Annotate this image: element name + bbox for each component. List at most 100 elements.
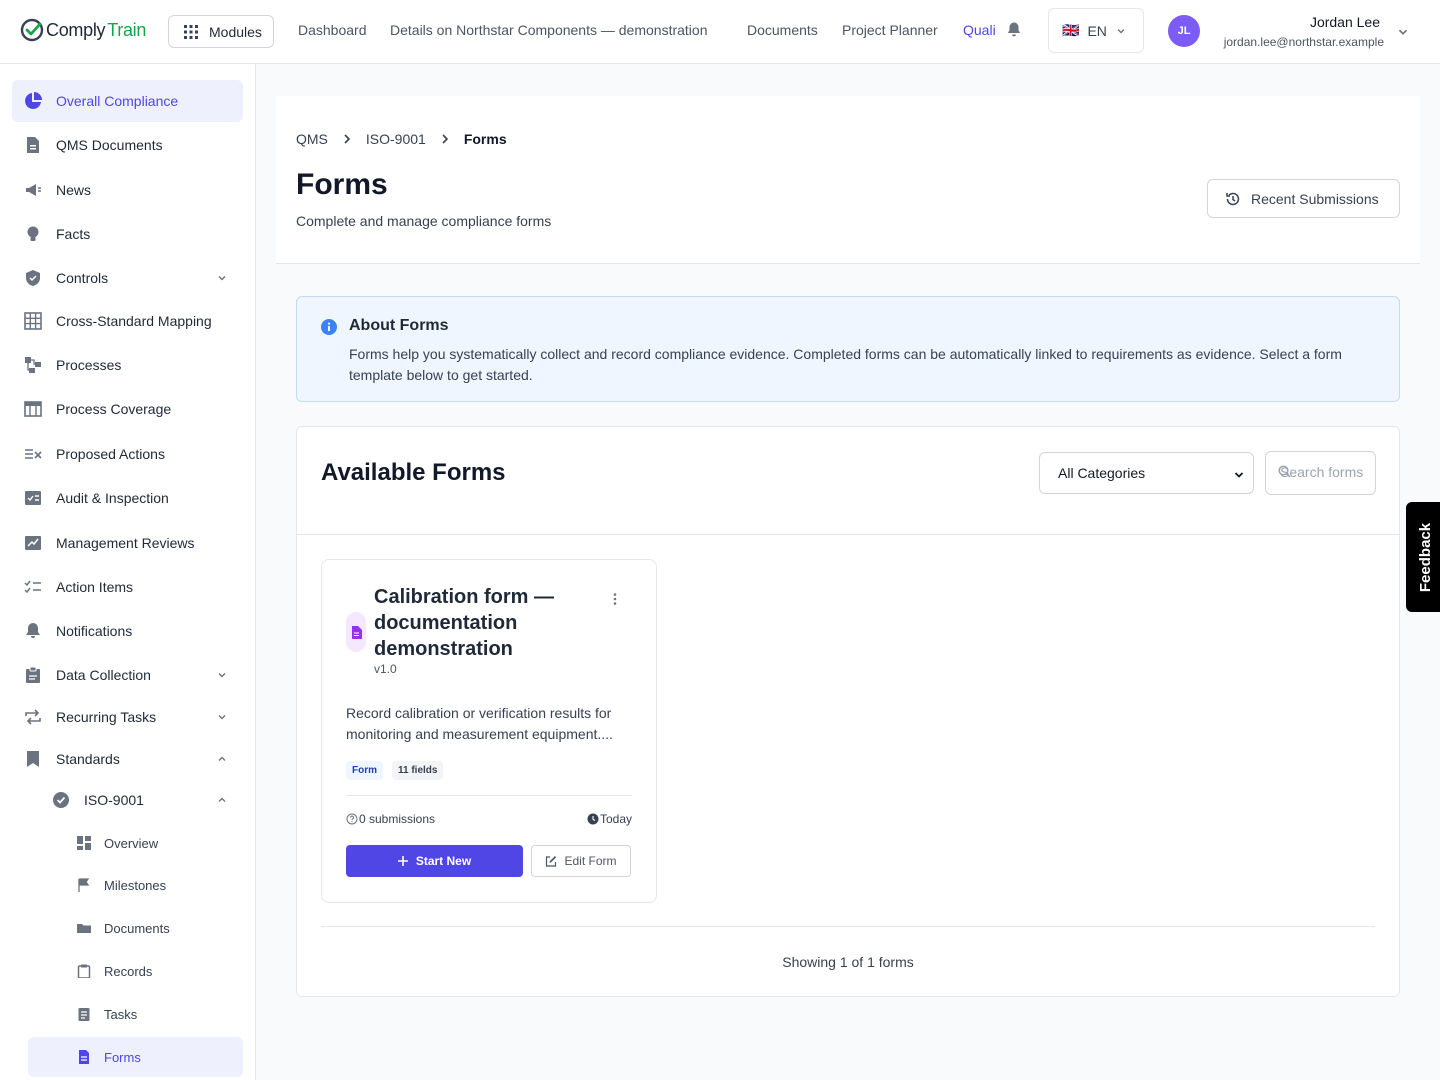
clipboard-icon <box>26 666 40 683</box>
sidebar-item-label: Facts <box>56 226 91 242</box>
sidebar-item-management-reviews[interactable]: Management Reviews <box>12 522 243 564</box>
user-menu-chevron-icon[interactable] <box>1396 25 1410 39</box>
sidebar-item-label: Audit & Inspection <box>56 490 169 506</box>
form-card[interactable]: Calibration form — documentation demonst… <box>321 559 657 903</box>
bell-icon <box>26 623 40 638</box>
footer-divider <box>321 926 1375 927</box>
sidebar: Overall Compliance QMS Documents News Fa… <box>0 64 256 1080</box>
form-icon <box>79 1050 89 1064</box>
nav-quality[interactable]: Quali <box>963 22 996 38</box>
grid-dots-icon <box>184 24 198 39</box>
sidebar-item-cross-standard-mapping[interactable]: Cross-Standard Mapping <box>12 300 243 342</box>
app-logo[interactable]: Comply Train <box>20 18 146 42</box>
breadcrumb-iso-9001[interactable]: ISO-9001 <box>366 131 426 147</box>
available-forms-title: Available Forms <box>321 459 506 486</box>
form-submissions-count: 0 submissions <box>346 812 435 826</box>
sidebar-item-news[interactable]: News <box>12 169 243 211</box>
sidebar-item-label: News <box>56 182 92 198</box>
chevron-down-icon <box>1234 472 1244 478</box>
about-title: About Forms <box>349 317 449 334</box>
showing-count: Showing 1 of 1 forms <box>782 954 914 970</box>
sidebar-item-recurring-tasks[interactable]: Recurring Tasks <box>12 696 243 738</box>
sidebar-item-label: Standards <box>56 751 120 767</box>
page-header: QMS ISO-9001 Forms Forms Complete and ma… <box>276 96 1420 264</box>
sidebar-item-label: Processes <box>56 357 122 373</box>
user-avatar[interactable]: JL <box>1168 15 1200 47</box>
modules-button[interactable]: Modules <box>168 15 274 48</box>
sidebar-item-processes[interactable]: Processes <box>12 344 243 386</box>
nav-project-details[interactable]: Details on Northstar Components — demons… <box>390 22 707 38</box>
breadcrumb-qms[interactable]: QMS <box>296 131 328 147</box>
sidebar-item-notifications[interactable]: Notifications <box>12 610 243 652</box>
sidebar-item-qms-documents[interactable]: QMS Documents <box>12 124 243 166</box>
edit-form-button[interactable]: Edit Form <box>531 845 631 877</box>
more-vertical-icon[interactable] <box>608 592 622 606</box>
chevron-down-icon <box>1117 28 1125 33</box>
sidebar-item-standards[interactable]: Standards <box>12 738 243 780</box>
page-title: Forms <box>296 168 388 201</box>
language-selector[interactable]: 🇬🇧 EN <box>1048 8 1144 53</box>
about-text: Forms help you systematically collect an… <box>349 346 1342 383</box>
sidebar-item-label: QMS Documents <box>56 137 163 153</box>
nav-dashboard[interactable]: Dashboard <box>298 22 367 38</box>
app-root: Comply Train Modules Dashboard Details on… <box>0 0 1440 1080</box>
process-icon <box>25 357 41 373</box>
sidebar-item-label: Process Coverage <box>56 401 172 417</box>
form-card-description: Record calibration or verification resul… <box>346 705 613 742</box>
form-card-title[interactable]: Calibration form — documentation demonst… <box>374 584 584 662</box>
sidebar-item-label: Data Collection <box>56 667 151 683</box>
sidebar-subitem-forms[interactable]: Forms <box>28 1037 243 1077</box>
sidebar-subitem-overview[interactable]: Overview <box>28 823 243 863</box>
sidebar-item-label: Overall Compliance <box>56 93 179 109</box>
sidebar-item-facts[interactable]: Facts <box>12 213 243 255</box>
chevron-down-icon <box>218 276 226 281</box>
sidebar-subitem-label: Records <box>104 963 153 979</box>
sidebar-item-proposed-actions[interactable]: Proposed Actions <box>12 433 243 475</box>
flag-icon <box>78 878 90 892</box>
pie-chart-icon <box>25 92 42 109</box>
megaphone-icon <box>26 184 41 196</box>
about-forms-info: About Forms Forms help you systematicall… <box>296 296 1400 402</box>
form-card-version: v1.0 <box>374 662 397 676</box>
sidebar-item-label: Management Reviews <box>56 535 195 551</box>
nav-documents[interactable]: Documents <box>747 22 818 38</box>
feedback-label: Feedback <box>1417 522 1435 592</box>
sidebar-subitem-records[interactable]: Records <box>28 951 243 991</box>
sidebar-item-overall-compliance[interactable]: Overall Compliance <box>12 80 243 122</box>
start-new-button[interactable]: Start New <box>346 845 523 877</box>
submissions-label: 0 submissions <box>359 812 436 826</box>
logo-text-primary: Comply <box>46 19 106 40</box>
sidebar-item-audit-inspection[interactable]: Audit & Inspection <box>12 477 243 519</box>
sidebar-item-process-coverage[interactable]: Process Coverage <box>12 388 243 430</box>
table-icon <box>24 401 42 417</box>
notification-bell-icon[interactable] <box>1005 21 1023 39</box>
shield-icon <box>26 270 40 286</box>
sidebar-subitem-milestones[interactable]: Milestones <box>28 865 243 905</box>
dashboard-icon <box>77 836 91 850</box>
form-document-icon <box>346 612 366 652</box>
sidebar-item-iso-9001[interactable]: ISO-9001 <box>40 779 243 821</box>
panel-divider <box>297 534 1399 535</box>
sidebar-item-controls[interactable]: Controls <box>12 257 243 299</box>
search-icon <box>1278 465 1291 478</box>
category-select[interactable]: All Categories <box>1039 452 1254 494</box>
search-box[interactable] <box>1265 451 1376 495</box>
sidebar-item-data-collection[interactable]: Data Collection <box>12 654 243 696</box>
sidebar-item-label: Recurring Tasks <box>56 709 157 725</box>
category-select-value: All Categories <box>1058 465 1146 481</box>
sidebar-subitem-documents[interactable]: Documents <box>28 908 243 948</box>
chevron-up-icon <box>218 756 226 761</box>
recent-submissions-button[interactable]: Recent Submissions <box>1207 179 1400 218</box>
feedback-tab[interactable]: Feedback <box>1406 502 1440 612</box>
sidebar-subitem-label: Milestones <box>104 877 167 893</box>
nav-project-planner[interactable]: Project Planner <box>842 22 938 38</box>
sidebar-item-action-items[interactable]: Action Items <box>12 566 243 608</box>
list-check-icon <box>25 449 42 459</box>
sidebar-subitem-tasks[interactable]: Tasks <box>28 994 243 1034</box>
search-input[interactable] <box>1280 464 1370 480</box>
sidebar-item-label: Action Items <box>56 579 134 595</box>
history-icon <box>1226 192 1240 205</box>
form-fields-badge: 11 fields <box>392 761 444 780</box>
chevron-right-icon <box>440 133 450 145</box>
modules-label: Modules <box>209 23 262 40</box>
